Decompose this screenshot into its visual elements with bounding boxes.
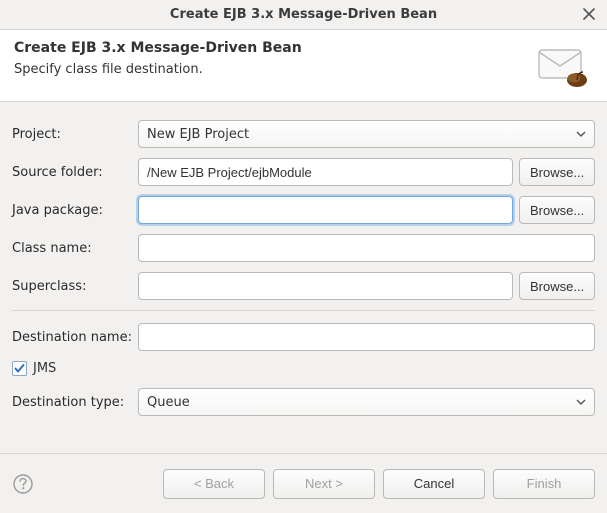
browse-superclass-button[interactable]: Browse... — [519, 272, 595, 300]
jms-label: JMS — [33, 361, 56, 376]
close-button[interactable] — [581, 6, 597, 22]
java-package-label: Java package: — [12, 203, 132, 218]
class-name-label: Class name: — [12, 241, 132, 256]
help-icon — [12, 473, 34, 495]
cancel-button[interactable]: Cancel — [383, 469, 485, 499]
jms-checkbox[interactable] — [12, 361, 27, 376]
destination-type-select[interactable]: Queue — [138, 388, 595, 416]
close-icon — [583, 8, 595, 20]
title-bar: Create EJB 3.x Message-Driven Bean — [0, 0, 607, 30]
banner-heading: Create EJB 3.x Message-Driven Bean — [14, 40, 302, 56]
browse-java-package-button[interactable]: Browse... — [519, 196, 595, 224]
chevron-down-icon — [574, 127, 588, 141]
envelope-bean-icon — [533, 44, 591, 92]
back-button[interactable]: < Back — [163, 469, 265, 499]
wizard-banner: Create EJB 3.x Message-Driven Bean Speci… — [0, 30, 607, 102]
destination-type-select-value: Queue — [147, 395, 190, 410]
help-button[interactable] — [12, 473, 34, 495]
superclass-label: Superclass: — [12, 279, 132, 294]
source-folder-input[interactable] — [138, 158, 513, 186]
button-bar: < Back Next > Cancel Finish — [0, 453, 607, 513]
superclass-input[interactable] — [138, 272, 513, 300]
form-area: Project: New EJB Project Source folder: … — [0, 102, 607, 416]
class-name-input[interactable] — [138, 234, 595, 262]
project-select-value: New EJB Project — [147, 127, 249, 142]
destination-type-label: Destination type: — [12, 395, 132, 410]
finish-button[interactable]: Finish — [493, 469, 595, 499]
window-title: Create EJB 3.x Message-Driven Bean — [170, 7, 437, 22]
source-folder-label: Source folder: — [12, 165, 132, 180]
project-label: Project: — [12, 127, 132, 142]
chevron-down-icon — [574, 395, 588, 409]
browse-source-folder-button[interactable]: Browse... — [519, 158, 595, 186]
banner-subheading: Specify class file destination. — [14, 62, 302, 77]
separator — [12, 310, 595, 311]
check-icon — [14, 363, 25, 374]
destination-name-label: Destination name: — [12, 330, 132, 345]
project-select[interactable]: New EJB Project — [138, 120, 595, 148]
java-package-input[interactable] — [138, 196, 513, 224]
destination-name-input[interactable] — [138, 323, 595, 351]
next-button[interactable]: Next > — [273, 469, 375, 499]
